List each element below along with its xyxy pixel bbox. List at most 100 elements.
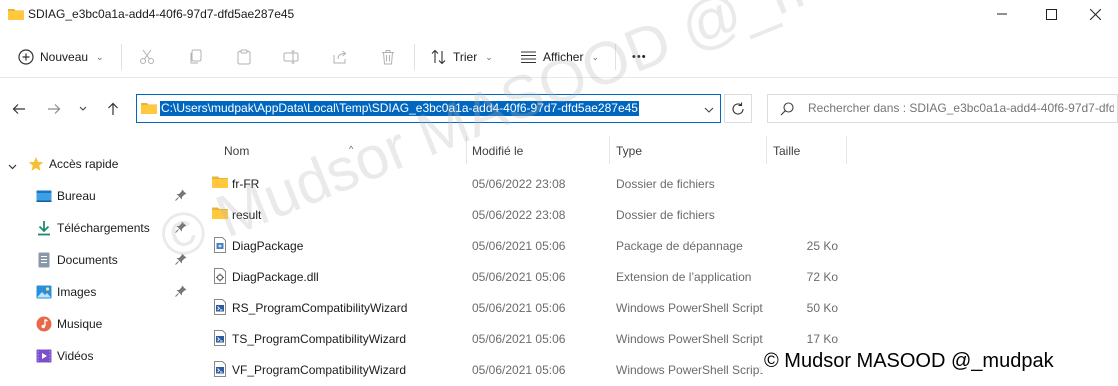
pin-icon[interactable]: [175, 189, 187, 204]
file-date: 05/06/2021 05:06: [472, 239, 566, 253]
chevron-down-icon: [79, 106, 87, 111]
rename-icon: [283, 50, 299, 64]
nav-item-videos[interactable]: Vidéos: [0, 342, 196, 370]
arrow-up-icon: [108, 102, 118, 115]
nav-quick-access[interactable]: Accès rapide: [0, 150, 196, 178]
file-row[interactable]: fr-FR 05/06/2022 23:08 Dossier de fichie…: [196, 168, 1118, 199]
star-icon: [28, 156, 44, 172]
pin-icon[interactable]: [175, 253, 187, 268]
file-name: DiagPackage.dll: [232, 270, 319, 284]
file-name: RS_ProgramCompatibilityWizard: [232, 301, 408, 315]
dll-file-icon: [212, 268, 228, 284]
address-path[interactable]: C:\Users\mudpak\AppData\Local\Temp\SDIAG…: [160, 101, 639, 116]
column-header-name[interactable]: Nom ^: [208, 136, 466, 164]
file-name: result: [232, 208, 262, 222]
refresh-icon: [732, 102, 744, 114]
view-list-icon: [521, 51, 536, 64]
nav-item-label: Vidéos: [57, 349, 94, 363]
videos-icon: [36, 348, 52, 364]
nav-item-documents[interactable]: Documents: [0, 246, 196, 274]
file-row[interactable]: DiagPackage 05/06/2021 05:06 Package de …: [196, 230, 1118, 261]
minimize-button[interactable]: [979, 0, 1025, 28]
separator: [414, 44, 415, 70]
folder-icon: [212, 206, 228, 222]
diag-package-icon: [212, 237, 228, 253]
cut-button[interactable]: [139, 42, 155, 72]
file-name: VF_ProgramCompatibilityWizard: [232, 363, 407, 377]
new-label: Nouveau: [40, 50, 89, 64]
view-button[interactable]: Afficher ⌄: [520, 42, 599, 72]
column-header-name-label: Nom: [224, 144, 250, 158]
copy-button[interactable]: [188, 42, 204, 72]
copy-icon: [190, 49, 202, 64]
file-list: Nom ^ Modifié le Type Taille fr-FR 05/06…: [196, 132, 1118, 386]
pin-icon[interactable]: [175, 285, 187, 300]
file-size: 50 Ko: [806, 301, 838, 315]
file-date: 05/06/2021 05:06: [472, 270, 566, 284]
command-bar: Nouveau ⌄ Trier ⌄ Afficher ⌄ •••: [0, 36, 1118, 78]
up-button[interactable]: [102, 98, 124, 120]
sort-ascending-icon: ^: [349, 144, 354, 154]
new-button[interactable]: Nouveau ⌄: [18, 42, 104, 72]
column-header-type[interactable]: Type: [610, 136, 766, 164]
paste-button[interactable]: [236, 42, 252, 72]
nav-item-images[interactable]: Images: [0, 278, 196, 306]
plus-circle-icon: [18, 49, 34, 65]
chevron-down-icon: ⌄: [96, 51, 104, 62]
file-row[interactable]: result 05/06/2022 23:08 Dossier de fichi…: [196, 199, 1118, 230]
recent-locations-button[interactable]: [74, 98, 92, 120]
pictures-icon: [36, 284, 52, 300]
column-header-size-label: Taille: [773, 144, 801, 158]
file-size: 17 Ko: [806, 332, 838, 346]
more-options-button[interactable]: •••: [632, 42, 647, 72]
music-icon: [36, 316, 52, 332]
file-date: 05/06/2021 05:06: [472, 332, 566, 346]
view-label: Afficher: [543, 50, 584, 64]
delete-button[interactable]: [380, 42, 396, 72]
file-row[interactable]: RS_ProgramCompatibilityWizard 05/06/2021…: [196, 292, 1118, 323]
sort-label: Trier: [453, 50, 478, 64]
share-button[interactable]: [332, 42, 348, 72]
maximize-button[interactable]: [1028, 0, 1074, 28]
column-header-size[interactable]: Taille: [767, 136, 846, 164]
file-type: Dossier de fichiers: [616, 208, 715, 222]
file-name: TS_ProgramCompatibilityWizard: [232, 332, 407, 346]
nav-item-label: Images: [57, 285, 97, 299]
column-header-type-label: Type: [616, 144, 643, 158]
address-bar[interactable]: C:\Users\mudpak\AppData\Local\Temp\SDIAG…: [136, 94, 721, 123]
search-box[interactable]: [767, 94, 1118, 123]
column-header-modified[interactable]: Modifié le: [467, 136, 609, 164]
forward-button[interactable]: [43, 98, 65, 120]
nav-item-musique[interactable]: Musique: [0, 310, 196, 338]
chevron-down-icon[interactable]: [8, 159, 17, 173]
file-type: Windows PowerShell Script: [616, 332, 763, 346]
nav-item-telechargements[interactable]: Téléchargements: [0, 214, 196, 242]
nav-item-label: Téléchargements: [57, 221, 150, 235]
file-row[interactable]: DiagPackage.dll 05/06/2021 05:06 Extensi…: [196, 261, 1118, 292]
chevron-down-icon: ⌄: [485, 51, 493, 62]
chevron-down-icon[interactable]: [704, 103, 714, 117]
file-type: Windows PowerShell Script: [616, 301, 763, 315]
file-date: 05/06/2021 05:06: [472, 301, 566, 315]
sort-button[interactable]: Trier ⌄: [431, 42, 493, 72]
back-button[interactable]: [8, 98, 30, 120]
file-type: Package de dépannage: [616, 239, 743, 253]
nav-item-label: Musique: [57, 317, 103, 331]
trash-icon: [382, 50, 394, 65]
file-date: 05/06/2022 23:08: [472, 177, 566, 191]
window-title: SDIAG_e3bc0a1a-add4-40f6-97d7-dfd5ae287e…: [28, 7, 295, 21]
close-button[interactable]: [1072, 0, 1118, 28]
nav-item-bureau[interactable]: Bureau: [0, 182, 196, 210]
download-icon: [36, 220, 52, 236]
rename-button[interactable]: [283, 42, 299, 72]
pin-icon[interactable]: [175, 221, 187, 236]
search-input[interactable]: [808, 101, 1114, 115]
powershell-script-icon: [212, 361, 228, 377]
nav-item-label: Documents: [57, 253, 118, 267]
desktop-icon: [36, 188, 52, 204]
column-divider[interactable]: [846, 136, 847, 164]
refresh-button[interactable]: [724, 94, 752, 123]
search-icon: [780, 102, 794, 119]
file-size: 72 Ko: [806, 270, 838, 284]
folder-icon: [8, 7, 24, 24]
